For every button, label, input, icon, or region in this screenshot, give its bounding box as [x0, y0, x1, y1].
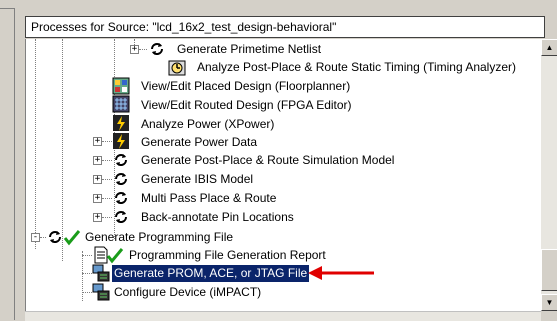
collapse-toggle[interactable]: - — [31, 233, 40, 242]
processes-header-label: Processes for Source: "lcd_16x2_test_des… — [31, 20, 337, 34]
floorplanner-icon — [112, 77, 130, 95]
tree-item-generate-prom-ace-jtag[interactable]: Generate PROM, ACE, or JTAG File — [112, 265, 310, 282]
tree-connector — [82, 292, 92, 293]
scroll-down-button[interactable]: ▼ — [541, 294, 557, 311]
scroll-up-button[interactable]: ▲ — [541, 39, 557, 56]
process-cycle-icon — [112, 151, 130, 169]
tree-item-back-annotate-pins[interactable]: Back-annotate Pin Locations — [139, 209, 296, 226]
fpga-editor-icon — [112, 95, 130, 113]
tree-connector — [102, 179, 112, 180]
tree-item-generate-power-data[interactable]: Generate Power Data — [139, 134, 259, 151]
process-cycle-icon — [112, 189, 130, 207]
tree-item-generate-ibis-model[interactable]: Generate IBIS Model — [139, 171, 255, 188]
tree-item-programming-file-report[interactable]: Programming File Generation Report — [127, 247, 328, 264]
processes-header: Processes for Source: "lcd_16x2_test_des… — [25, 16, 545, 38]
checkmark-icon — [63, 228, 81, 246]
tree-item-analyze-post-par-timing[interactable]: Analyze Post-Place & Route Static Timing… — [195, 59, 518, 76]
vertical-scrollbar[interactable]: ▲ ▼ — [541, 39, 557, 311]
tree-item-configure-device[interactable]: Configure Device (iMPACT) — [112, 284, 263, 301]
tree-connector — [102, 217, 112, 218]
expand-toggle[interactable]: + — [93, 194, 102, 203]
tree-item-analyze-power[interactable]: Analyze Power (XPower) — [139, 116, 276, 133]
expand-toggle[interactable]: + — [93, 156, 102, 165]
tree-connector — [82, 273, 92, 274]
tree-connector — [102, 198, 112, 199]
expand-toggle[interactable]: + — [93, 213, 102, 222]
process-cycle-icon — [112, 170, 130, 188]
tree-item-view-routed-design[interactable]: View/Edit Routed Design (FPGA Editor) — [139, 97, 354, 114]
process-tree[interactable]: + Generate Primetime Netlist Analyze Pos… — [25, 39, 542, 311]
expand-toggle[interactable]: + — [130, 45, 139, 54]
tree-guide-line — [35, 39, 36, 249]
scroll-thumb[interactable] — [541, 249, 557, 291]
checkmark-icon — [106, 246, 124, 264]
tree-connector — [102, 160, 112, 161]
expand-toggle[interactable]: + — [93, 175, 102, 184]
red-arrow-icon — [306, 265, 376, 281]
tree-connector — [102, 141, 112, 142]
device-program-icon — [92, 283, 110, 301]
timing-analyzer-icon — [168, 59, 186, 77]
device-program-icon — [92, 264, 110, 282]
xpower-icon — [112, 114, 130, 132]
processes-panel: Processes for Source: "lcd_16x2_test_des… — [14, 8, 557, 321]
tree-connector — [82, 255, 92, 256]
expand-toggle[interactable]: + — [93, 137, 102, 146]
tree-item-generate-post-par-sim-model[interactable]: Generate Post-Place & Route Simulation M… — [139, 152, 396, 169]
tree-item-generate-programming-file[interactable]: Generate Programming File — [83, 229, 235, 246]
tree-item-view-placed-design[interactable]: View/Edit Placed Design (Floorplanner) — [139, 78, 352, 95]
process-cycle-icon — [46, 228, 64, 246]
process-cycle-icon — [148, 40, 166, 58]
tree-guide-line — [82, 251, 83, 301]
process-cycle-icon — [112, 208, 130, 226]
tree-item-multi-pass-par[interactable]: Multi Pass Place & Route — [139, 190, 278, 207]
tree-item-generate-primetime-netlist[interactable]: Generate Primetime Netlist — [175, 41, 323, 58]
tree-connector — [139, 49, 147, 50]
xpower-icon — [112, 132, 130, 150]
